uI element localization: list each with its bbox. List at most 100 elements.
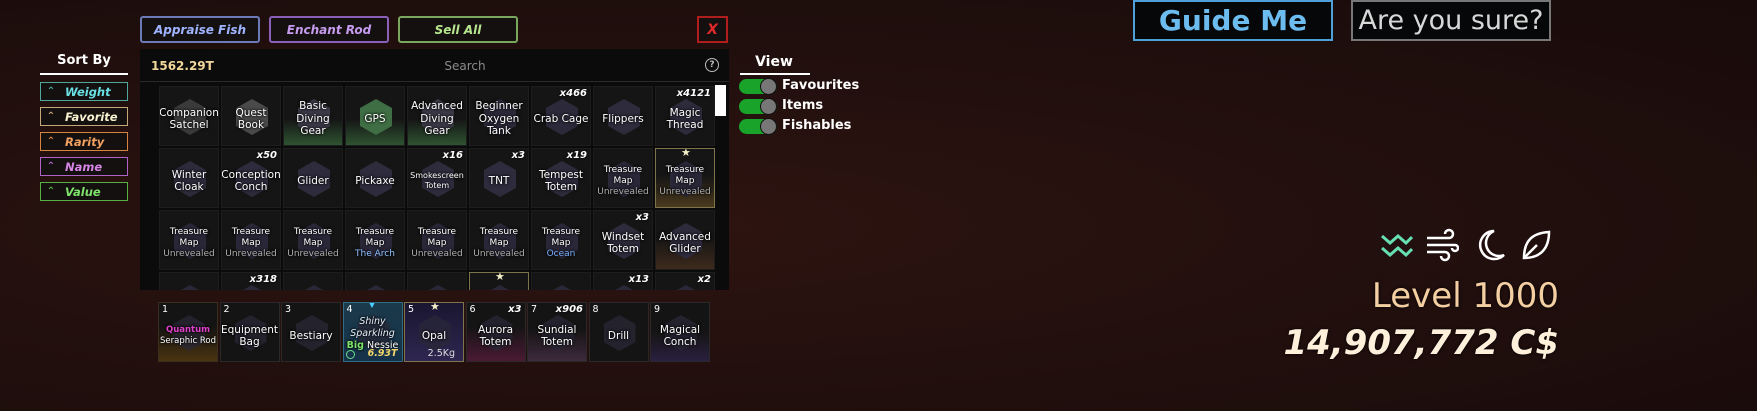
inventory-slot[interactable]: ★ Treasure Map Unrevealed bbox=[655, 148, 715, 208]
item-name-wrap bbox=[533, 273, 589, 290]
item-name-wrap: Treasure Map Unrevealed bbox=[471, 211, 527, 269]
inventory-slot[interactable]: ★ bbox=[469, 272, 529, 290]
inventory-slot[interactable]: x19 Tempest Totem bbox=[531, 148, 591, 208]
sort-favorite-button[interactable]: ⌃ Favorite bbox=[40, 107, 128, 126]
toggle-items[interactable] bbox=[739, 98, 777, 115]
inventory-slot[interactable]: x16 Smokescreen Totem bbox=[407, 148, 467, 208]
item-name: Crab Cage bbox=[533, 112, 589, 125]
item-name: Treasure Map bbox=[293, 226, 333, 248]
inventory-slot[interactable]: Treasure Map Ocean bbox=[531, 210, 591, 270]
inventory-slot[interactable]: Flippers bbox=[593, 86, 653, 146]
inventory-slot[interactable]: Treasure Map Unrevealed bbox=[469, 210, 529, 270]
toggle-favourites[interactable] bbox=[739, 78, 777, 95]
item-name: Treasure Map bbox=[479, 226, 519, 248]
hotbar-slot-7[interactable]: 7 x906 Sundial Totem bbox=[527, 302, 587, 362]
inventory-slot[interactable]: Glider bbox=[283, 148, 343, 208]
sort-by-title: Sort By bbox=[57, 53, 111, 68]
inventory-slot[interactable] bbox=[345, 272, 405, 290]
hotbar-slot-6[interactable]: 6 x3 Aurora Totem bbox=[465, 302, 526, 362]
chevron-up-icon: ⌃ bbox=[46, 86, 56, 97]
sell-all-button[interactable]: Sell All bbox=[398, 16, 518, 43]
inventory-slot[interactable]: Treasure Map Unrevealed bbox=[221, 210, 281, 270]
are-you-sure-button[interactable]: Are you sure? bbox=[1351, 0, 1551, 41]
inventory-slot[interactable]: Companion Satchel bbox=[159, 86, 219, 146]
item-subtitle: Unrevealed bbox=[163, 248, 215, 259]
wind-icon bbox=[1427, 228, 1459, 262]
hotbar-slot-4[interactable]: 4 ▼ Shiny Sparkling Big Nessie 6.93T bbox=[342, 302, 403, 362]
item-name: Opal bbox=[421, 329, 447, 342]
hotbar-slot-9[interactable]: 9 Magical Conch bbox=[650, 302, 710, 362]
inventory-slot[interactable] bbox=[407, 272, 467, 290]
item-subtitle: Unrevealed bbox=[597, 186, 649, 197]
moon-icon bbox=[1478, 229, 1505, 261]
item-name-wrap: Crab Cage bbox=[533, 87, 589, 145]
inventory-slot[interactable]: x2 bbox=[655, 272, 715, 290]
inventory-slot[interactable]: x466 Crab Cage bbox=[531, 86, 591, 146]
item-name-wrap: Advanced Diving Gear bbox=[409, 87, 465, 145]
inventory-slot[interactable]: GPS bbox=[345, 86, 405, 146]
item-name-wrap: Sundial Totem bbox=[529, 303, 585, 361]
appraise-fish-button[interactable]: Appraise Fish bbox=[140, 16, 260, 43]
item-name: Basic Diving Gear bbox=[296, 100, 330, 138]
item-name-wrap: Drill bbox=[591, 303, 647, 361]
inventory-slot[interactable]: Advanced Glider bbox=[655, 210, 715, 270]
hotbar-slot-5[interactable]: 5 ★ Opal 2.5Kg bbox=[404, 302, 464, 362]
fish-weight: 2.5Kg bbox=[427, 348, 455, 359]
inventory-slot[interactable]: Treasure Map Unrevealed bbox=[159, 210, 219, 270]
toggle-fishables[interactable] bbox=[739, 118, 777, 135]
inventory-slot[interactable]: Pickaxe bbox=[345, 148, 405, 208]
item-subtitle: Unrevealed bbox=[411, 248, 463, 259]
chevron-up-icon: ⌃ bbox=[46, 186, 56, 197]
inventory-slot[interactable]: Treasure Map Unrevealed bbox=[407, 210, 467, 270]
item-name-wrap: Quest Book bbox=[223, 87, 279, 145]
item-name-wrap: Winter Cloak bbox=[161, 149, 217, 207]
sort-weight-button[interactable]: ⌃ Weight bbox=[40, 82, 128, 101]
guide-me-button[interactable]: Guide Me bbox=[1133, 0, 1333, 41]
sort-value-button[interactable]: ⌃ Value bbox=[40, 182, 128, 201]
hotbar-slot-1[interactable]: 1 Quantum Seraphic Rod bbox=[158, 302, 218, 362]
item-name: Magic Thread bbox=[666, 106, 704, 132]
item-name-wrap bbox=[657, 273, 713, 290]
inventory-slot[interactable]: Winter Cloak bbox=[159, 148, 219, 208]
item-name-wrap: Pickaxe bbox=[347, 149, 403, 207]
inventory-slot[interactable]: x13 bbox=[593, 272, 653, 290]
inventory-slot[interactable]: Basic Diving Gear bbox=[283, 86, 343, 146]
inventory-slot[interactable]: Quest Book bbox=[221, 86, 281, 146]
sort-name-button[interactable]: ⌃ Name bbox=[40, 157, 128, 176]
search-input[interactable]: Search bbox=[390, 59, 540, 73]
item-name-wrap bbox=[223, 273, 279, 290]
inventory-slot[interactable]: x3 Windset Totem bbox=[593, 210, 653, 270]
scrollbar[interactable] bbox=[715, 85, 726, 116]
sort-rarity-button[interactable]: ⌃ Rarity bbox=[40, 132, 128, 151]
inventory-slot[interactable]: Beginner Oxygen Tank bbox=[469, 86, 529, 146]
close-button[interactable]: X bbox=[697, 16, 728, 43]
sort-label: Weight bbox=[65, 84, 111, 99]
inventory-slot[interactable]: Treasure Map Unrevealed bbox=[283, 210, 343, 270]
item-name: Aurora Totem bbox=[477, 323, 514, 349]
enchant-rod-button[interactable]: Enchant Rod bbox=[269, 16, 389, 43]
item-name-wrap: Magic Thread bbox=[657, 87, 713, 145]
hotbar-slot-8[interactable]: 8 Drill bbox=[588, 302, 649, 362]
view-title: View bbox=[755, 54, 793, 70]
inventory-slot[interactable]: x50 Conception Conch bbox=[221, 148, 281, 208]
hotbar-slot-3[interactable]: 3 Bestiary bbox=[281, 302, 341, 362]
inventory-slot[interactable] bbox=[531, 272, 591, 290]
item-name-wrap: Magical Conch bbox=[652, 303, 708, 361]
hotbar-slot-2[interactable]: 2 Equipment Bag bbox=[219, 302, 280, 362]
item-name: Advanced Diving Gear bbox=[411, 100, 463, 138]
chevron-up-icon: ⌃ bbox=[46, 111, 56, 122]
help-icon[interactable]: ? bbox=[705, 58, 719, 72]
inventory-slot[interactable]: x4121 Magic Thread bbox=[655, 86, 715, 146]
item-name-wrap: TNT bbox=[471, 149, 527, 207]
inventory-slot[interactable]: x3 TNT bbox=[469, 148, 529, 208]
inventory-slot[interactable]: Advanced bbox=[159, 272, 219, 290]
inventory-slot[interactable]: Treasure Map The Arch bbox=[345, 210, 405, 270]
item-name-wrap: Beginner Oxygen Tank bbox=[471, 87, 527, 145]
item-name: Advanced Glider bbox=[659, 230, 711, 256]
inventory-slot[interactable]: x318 bbox=[221, 272, 281, 290]
toggle-label: Favourites bbox=[782, 78, 860, 93]
inventory-slot[interactable]: Advanced Diving Gear bbox=[407, 86, 467, 146]
item-name-wrap: Tempest Totem bbox=[533, 149, 589, 207]
inventory-slot[interactable]: Treasure Map Unrevealed bbox=[593, 148, 653, 208]
inventory-slot[interactable] bbox=[283, 272, 343, 290]
